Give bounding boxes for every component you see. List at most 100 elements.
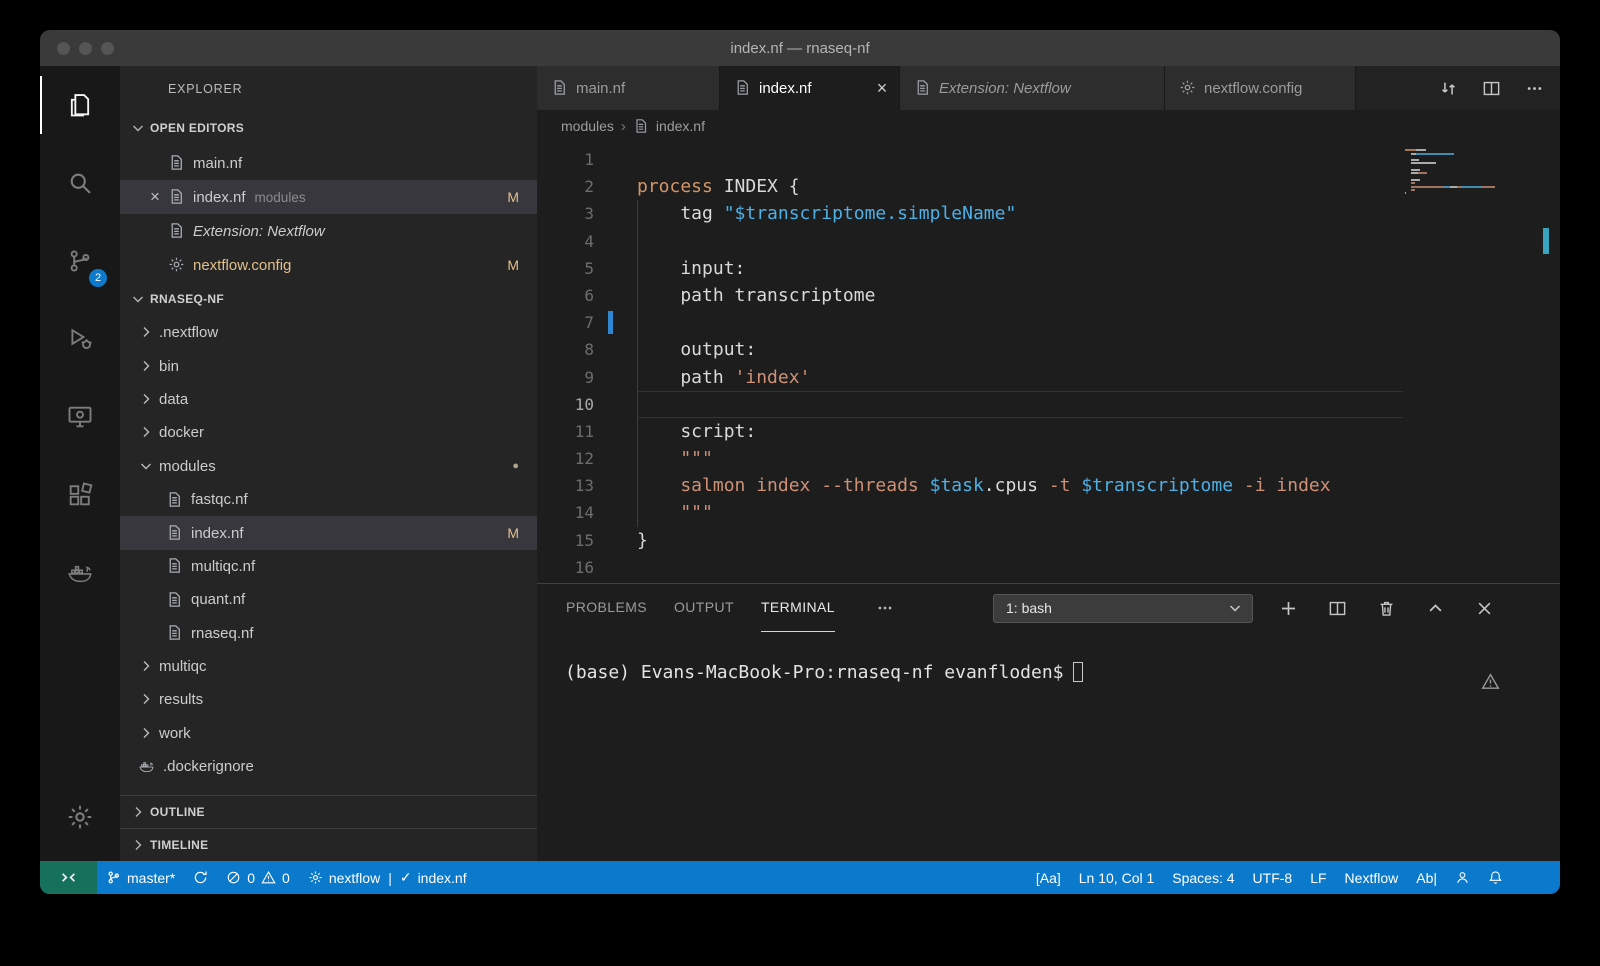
workspace-header[interactable]: RNASEQ-NF: [120, 282, 537, 316]
tree-folder-multiqc[interactable]: multiqc: [120, 650, 537, 683]
code-line-9[interactable]: 9 path 'index': [537, 364, 1560, 391]
tree-file-dockerignore[interactable]: .dockerignore: [120, 750, 537, 783]
tree-folder-nextflow[interactable]: .nextflow: [120, 316, 537, 349]
code-line-15[interactable]: 15}: [537, 527, 1560, 554]
status-nextflow-status[interactable]: nextflow|✓index.nf: [299, 861, 476, 894]
status-bar-left: master* 00nextflow|✓index.nf: [40, 861, 1027, 894]
tree-file-rnaseq-nf[interactable]: rnaseq.nf: [120, 617, 537, 650]
file-icon: [166, 557, 184, 575]
tab-index-nf[interactable]: index.nf×: [720, 66, 900, 110]
open-editors-header[interactable]: OPEN EDITORS: [120, 110, 537, 146]
tree-folder-data[interactable]: data: [120, 383, 537, 416]
more-actions-icon[interactable]: [876, 599, 894, 617]
kill-terminal-icon[interactable]: [1377, 599, 1396, 618]
activity-remote-explorer[interactable]: [40, 378, 120, 456]
code-line-10[interactable]: 10: [537, 391, 1560, 418]
tree-file-quant-nf[interactable]: quant.nf: [120, 583, 537, 616]
code-line-11[interactable]: 11 script:: [537, 418, 1560, 445]
code-line-13[interactable]: 13 salmon index --threads $task.cpus -t …: [537, 472, 1560, 499]
terminal-shell-select[interactable]: 1: bash: [993, 594, 1253, 623]
minimap-line: [1405, 169, 1497, 171]
open-editor-index-nf[interactable]: ×index.nfmodulesM: [120, 180, 537, 214]
tab-nextflow-config[interactable]: nextflow.config: [1165, 66, 1356, 110]
activity-docker[interactable]: [40, 534, 120, 612]
tab-label: index.nf: [759, 80, 873, 97]
close-panel-icon[interactable]: [1475, 599, 1494, 618]
status-problems[interactable]: 00: [217, 861, 299, 894]
code-line-12[interactable]: 12 """: [537, 445, 1560, 472]
section-timeline[interactable]: TIMELINE: [120, 828, 537, 861]
status-indentation[interactable]: Spaces: 4: [1163, 870, 1243, 886]
breadcrumb-item[interactable]: index.nf: [656, 118, 705, 134]
open-editor-nextflow-config[interactable]: nextflow.configM: [120, 248, 537, 282]
tab-label: main.nf: [576, 80, 693, 97]
editor-area: main.nfindex.nf×Extension: Nextflownextf…: [537, 66, 1560, 861]
status-bar-right: [Aa]Ln 10, Col 1Spaces: 4UTF-8LFNextflow…: [1027, 861, 1560, 894]
split-editor-icon[interactable]: [1482, 79, 1501, 98]
minimize-window-button[interactable]: [79, 42, 92, 55]
tree-folder-modules[interactable]: modules●: [120, 450, 537, 483]
activity-run-and-debug[interactable]: [40, 300, 120, 378]
close-tab-icon[interactable]: ×: [873, 78, 891, 99]
panel-tab-problems[interactable]: PROBLEMS: [566, 584, 647, 632]
line-number: 1: [537, 146, 637, 173]
status-case-indicator[interactable]: [Aa]: [1027, 870, 1070, 886]
status-feedback[interactable]: [1446, 870, 1479, 885]
tree-folder-docker[interactable]: docker: [120, 416, 537, 449]
minimap[interactable]: [1405, 146, 1497, 199]
code-line-14[interactable]: 14 """: [537, 499, 1560, 526]
breadcrumb-item[interactable]: modules: [561, 118, 614, 134]
open-changes-icon[interactable]: [1439, 79, 1458, 98]
tab-main-nf[interactable]: main.nf: [537, 66, 720, 110]
more-actions-icon[interactable]: [1525, 79, 1544, 98]
activity-search[interactable]: [40, 144, 120, 222]
warning-count-icon: [261, 870, 276, 885]
activity-source-control[interactable]: 2: [40, 222, 120, 300]
panel-tab-output[interactable]: OUTPUT: [674, 584, 734, 632]
status-encoding[interactable]: UTF-8: [1244, 870, 1302, 886]
tab-extension-nextflow[interactable]: Extension: Nextflow: [900, 66, 1165, 110]
section-outline[interactable]: OUTLINE: [120, 795, 537, 828]
code-line-3[interactable]: 3 tag "$transcriptome.simpleName": [537, 200, 1560, 227]
editor-actions: [1439, 66, 1544, 110]
tree-folder-results[interactable]: results: [120, 683, 537, 716]
zoom-window-button[interactable]: [101, 42, 114, 55]
new-terminal-icon[interactable]: [1279, 599, 1298, 618]
terminal[interactable]: (base) Evans-MacBook-Pro:rnaseq-nf evanf…: [537, 632, 1560, 683]
code-line-7[interactable]: 7: [537, 309, 1560, 336]
code-line-8[interactable]: 8 output:: [537, 336, 1560, 363]
status-remote-indicator[interactable]: [40, 861, 97, 894]
activity-extensions[interactable]: [40, 456, 120, 534]
status-eol[interactable]: LF: [1301, 870, 1335, 886]
tree-file-index-nf[interactable]: index.nfM: [120, 516, 537, 549]
code-editor[interactable]: 12process INDEX {3 tag "$transcriptome.s…: [537, 142, 1560, 583]
panel-tab-terminal[interactable]: TERMINAL: [761, 584, 835, 632]
tree-folder-bin[interactable]: bin: [120, 349, 537, 382]
activity-explorer[interactable]: [40, 66, 120, 144]
code-line-6[interactable]: 6 path transcriptome: [537, 282, 1560, 309]
code-line-16[interactable]: 16: [537, 554, 1560, 581]
close-editor-icon[interactable]: ×: [150, 187, 168, 207]
open-editor-extension-nextflow[interactable]: Extension: Nextflow: [120, 214, 537, 248]
scm-badge: 2: [89, 269, 107, 287]
status-branch[interactable]: master*: [97, 861, 184, 894]
tree-file-multiqc-nf[interactable]: multiqc.nf: [120, 550, 537, 583]
status-screencast-mode[interactable]: Ab|: [1407, 870, 1446, 886]
status-language-mode[interactable]: Nextflow: [1336, 870, 1408, 886]
maximize-panel-icon[interactable]: [1426, 599, 1445, 618]
split-terminal-icon[interactable]: [1328, 599, 1347, 618]
status-cursor-position[interactable]: Ln 10, Col 1: [1070, 870, 1164, 886]
minimap-line: [1405, 166, 1497, 168]
code-line-5[interactable]: 5 input:: [537, 255, 1560, 282]
activity-manage[interactable]: [40, 773, 120, 861]
status-notifications[interactable]: [1479, 870, 1512, 885]
status-sync[interactable]: [184, 861, 217, 894]
open-editor-label: main.nf: [193, 155, 242, 172]
code-line-4[interactable]: 4: [537, 228, 1560, 255]
tree-folder-work[interactable]: work: [120, 717, 537, 750]
tree-file-fastqc-nf[interactable]: fastqc.nf: [120, 483, 537, 516]
code-text: process INDEX {: [637, 173, 800, 200]
close-window-button[interactable]: [57, 42, 70, 55]
open-editor-main-nf[interactable]: main.nf: [120, 146, 537, 180]
docker-icon: [66, 559, 94, 587]
